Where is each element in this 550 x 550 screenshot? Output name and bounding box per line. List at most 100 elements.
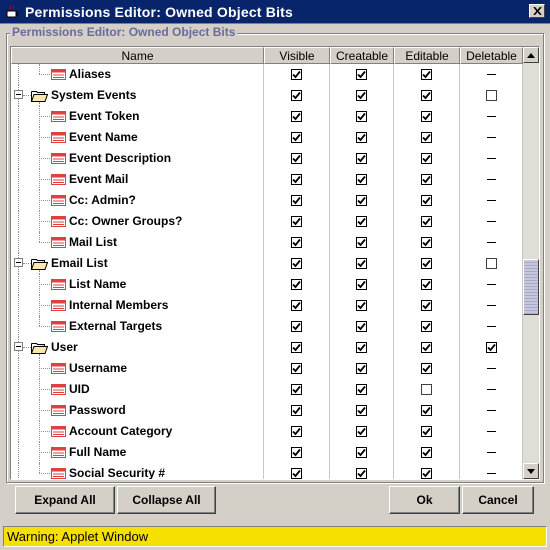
visible-checkbox[interactable] [291, 69, 302, 80]
tree-field-row[interactable]: External Targets [11, 316, 523, 337]
visible-checkbox[interactable] [291, 426, 302, 437]
vertical-scrollbar[interactable] [523, 47, 539, 479]
editable-checkbox[interactable] [421, 342, 432, 353]
visible-checkbox[interactable] [291, 405, 302, 416]
editable-checkbox[interactable] [421, 300, 432, 311]
editable-checkbox[interactable] [421, 279, 432, 290]
expand-all-button[interactable]: Expand All [15, 486, 115, 514]
column-header-creatable[interactable]: Creatable [330, 47, 394, 64]
visible-checkbox[interactable] [291, 468, 302, 479]
visible-checkbox[interactable] [291, 447, 302, 458]
visible-checkbox[interactable] [291, 279, 302, 290]
tree-field-row[interactable]: Full Name [11, 442, 523, 463]
creatable-checkbox[interactable] [356, 153, 367, 164]
deletable-checkbox[interactable] [485, 258, 497, 269]
collapse-minus-icon[interactable] [14, 90, 23, 99]
tree-field-row[interactable]: Username [11, 358, 523, 379]
visible-checkbox[interactable] [291, 363, 302, 374]
collapse-all-button[interactable]: Collapse All [117, 486, 216, 514]
tree-field-row[interactable]: Aliases [11, 64, 523, 85]
deletable-checkbox[interactable] [485, 342, 497, 353]
column-header-editable[interactable]: Editable [394, 47, 460, 64]
tree-group-row[interactable]: User [11, 337, 523, 358]
editable-checkbox[interactable] [421, 468, 432, 479]
creatable-checkbox[interactable] [356, 363, 367, 374]
cancel-button[interactable]: Cancel [462, 486, 534, 514]
tree-field-row[interactable]: UID [11, 379, 523, 400]
editable-checkbox[interactable] [421, 426, 432, 437]
editable-checkbox[interactable] [421, 237, 432, 248]
tree-group-row[interactable]: Email List [11, 253, 523, 274]
editable-checkbox[interactable] [421, 69, 432, 80]
tree-field-row[interactable]: Cc: Admin? [11, 190, 523, 211]
creatable-checkbox[interactable] [356, 174, 367, 185]
editable-checkbox[interactable] [421, 384, 432, 395]
tree-field-row[interactable]: Social Security # [11, 463, 523, 479]
visible-checkbox[interactable] [291, 258, 302, 269]
visible-checkbox[interactable] [291, 153, 302, 164]
column-header-visible[interactable]: Visible [264, 47, 330, 64]
scrollbar-thumb[interactable] [523, 259, 539, 315]
creatable-checkbox[interactable] [356, 468, 367, 479]
editable-checkbox[interactable] [421, 216, 432, 227]
creatable-checkbox[interactable] [356, 447, 367, 458]
scroll-up-button[interactable] [523, 47, 539, 63]
creatable-checkbox[interactable] [356, 90, 367, 101]
tree-field-row[interactable]: Event Description [11, 148, 523, 169]
close-button[interactable] [529, 4, 545, 18]
visible-checkbox[interactable] [291, 174, 302, 185]
tree-field-row[interactable]: Event Name [11, 127, 523, 148]
visible-checkbox[interactable] [291, 300, 302, 311]
creatable-checkbox[interactable] [356, 111, 367, 122]
tree-field-row[interactable]: Internal Members [11, 295, 523, 316]
collapse-minus-icon[interactable] [14, 342, 23, 351]
creatable-checkbox[interactable] [356, 237, 367, 248]
creatable-checkbox[interactable] [356, 279, 367, 290]
creatable-checkbox[interactable] [356, 321, 367, 332]
editable-checkbox[interactable] [421, 195, 432, 206]
ok-button[interactable]: Ok [389, 486, 460, 514]
visible-checkbox[interactable] [291, 195, 302, 206]
tree-field-row[interactable]: Event Token [11, 106, 523, 127]
editable-checkbox[interactable] [421, 447, 432, 458]
visible-checkbox[interactable] [291, 111, 302, 122]
deletable-checkbox[interactable] [485, 90, 497, 101]
column-header-name[interactable]: Name [11, 47, 264, 64]
tree-group-row[interactable]: System Events [11, 85, 523, 106]
tree-field-row[interactable]: Event Mail [11, 169, 523, 190]
creatable-checkbox[interactable] [356, 342, 367, 353]
visible-checkbox[interactable] [291, 237, 302, 248]
visible-checkbox[interactable] [291, 321, 302, 332]
creatable-checkbox[interactable] [356, 216, 367, 227]
visible-checkbox[interactable] [291, 90, 302, 101]
editable-checkbox[interactable] [421, 258, 432, 269]
creatable-checkbox[interactable] [356, 426, 367, 437]
creatable-checkbox[interactable] [356, 300, 367, 311]
editable-checkbox[interactable] [421, 174, 432, 185]
creatable-checkbox[interactable] [356, 384, 367, 395]
editable-checkbox[interactable] [421, 321, 432, 332]
visible-checkbox[interactable] [291, 132, 302, 143]
tree-field-row[interactable]: Account Category [11, 421, 523, 442]
collapse-minus-icon[interactable] [14, 258, 23, 267]
editable-checkbox[interactable] [421, 90, 432, 101]
tree-field-row[interactable]: Password [11, 400, 523, 421]
creatable-checkbox[interactable] [356, 132, 367, 143]
creatable-checkbox[interactable] [356, 405, 367, 416]
editable-checkbox[interactable] [421, 111, 432, 122]
visible-checkbox[interactable] [291, 384, 302, 395]
editable-checkbox[interactable] [421, 153, 432, 164]
window-titlebar[interactable]: Permissions Editor: Owned Object Bits [0, 0, 550, 24]
editable-checkbox[interactable] [421, 132, 432, 143]
creatable-checkbox[interactable] [356, 258, 367, 269]
editable-checkbox[interactable] [421, 363, 432, 374]
scroll-down-button[interactable] [523, 463, 539, 479]
visible-checkbox[interactable] [291, 342, 302, 353]
tree-field-row[interactable]: List Name [11, 274, 523, 295]
column-header-deletable[interactable]: Deletable [460, 47, 523, 64]
creatable-checkbox[interactable] [356, 69, 367, 80]
editable-checkbox[interactable] [421, 405, 432, 416]
tree-field-row[interactable]: Mail List [11, 232, 523, 253]
visible-checkbox[interactable] [291, 216, 302, 227]
creatable-checkbox[interactable] [356, 195, 367, 206]
